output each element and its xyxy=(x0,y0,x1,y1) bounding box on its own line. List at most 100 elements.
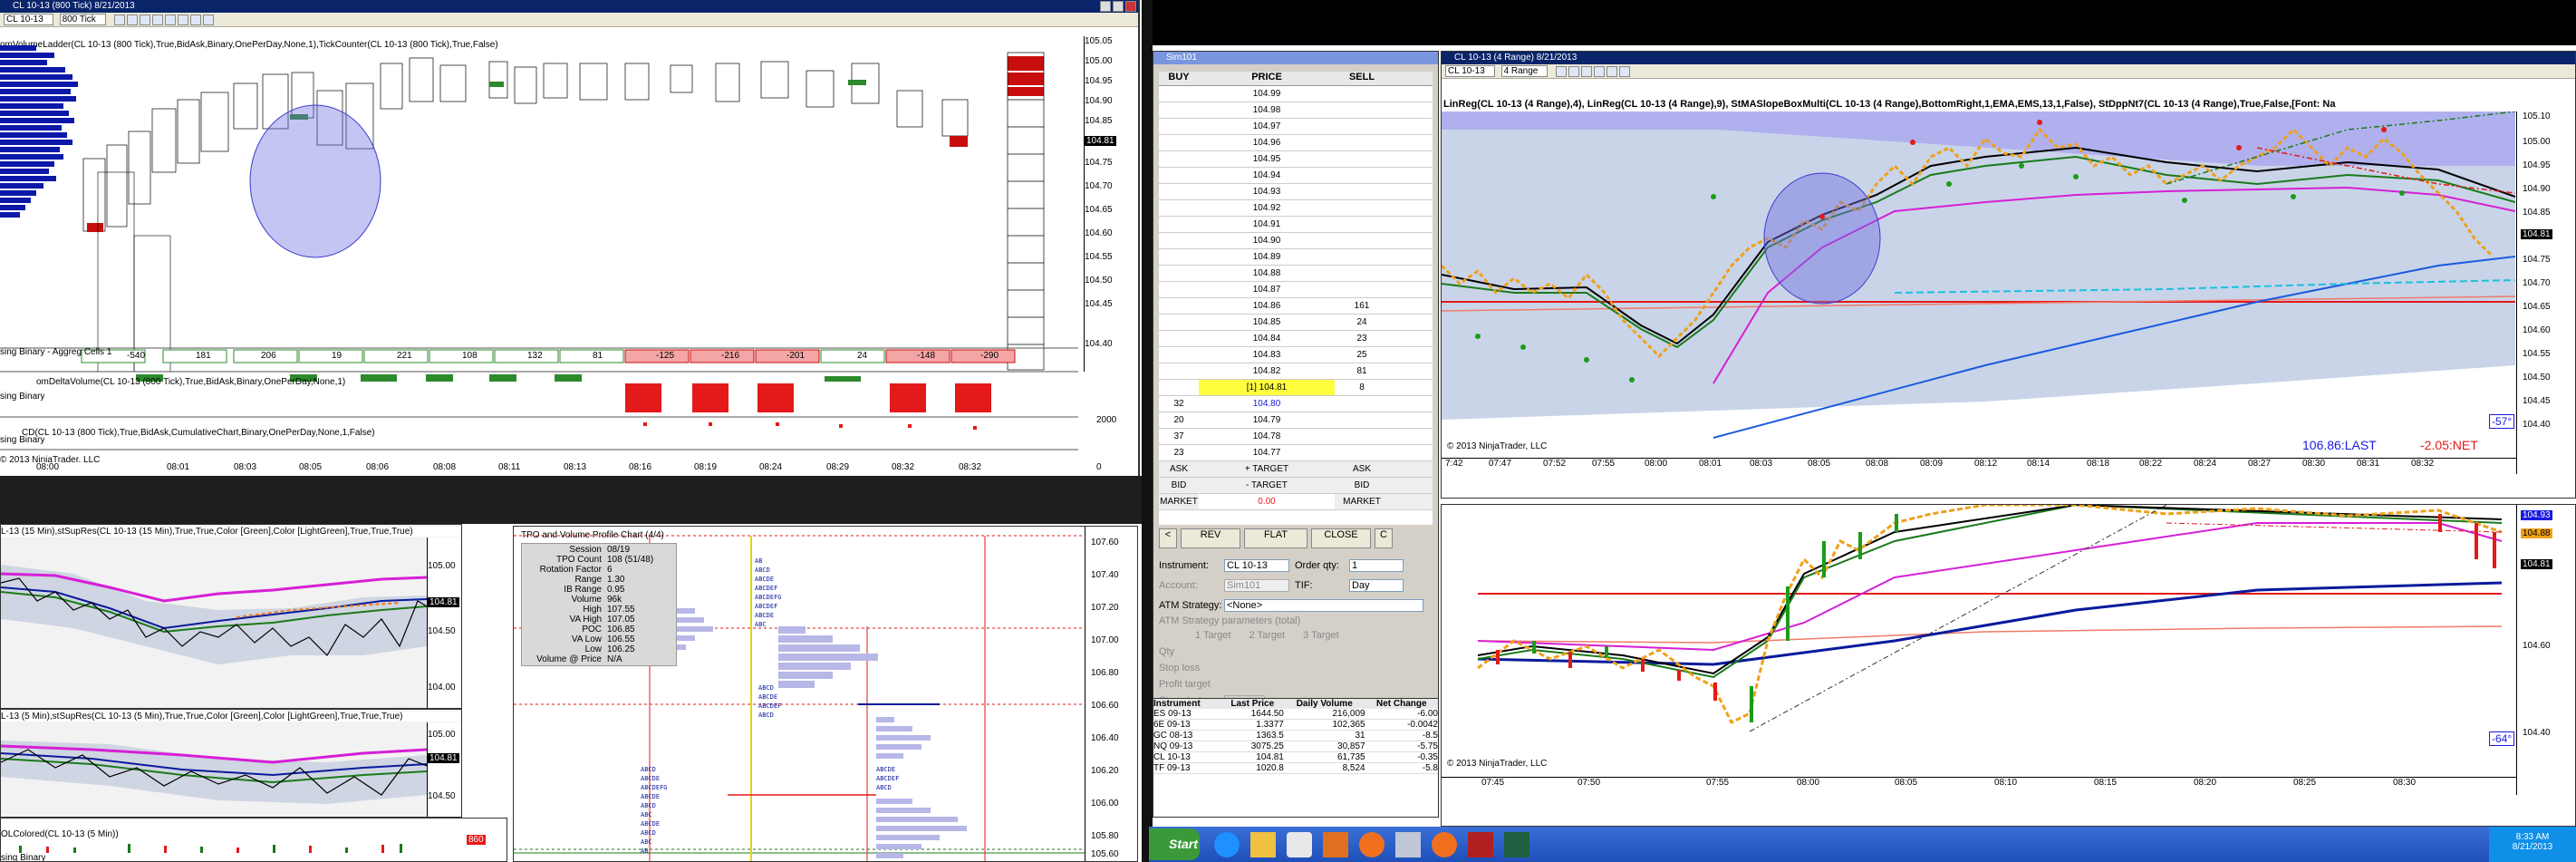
buy-cell[interactable] xyxy=(1159,233,1199,248)
sell-cell[interactable] xyxy=(1342,151,1382,167)
price-cell[interactable]: 104.80 xyxy=(1199,396,1335,412)
table-row[interactable]: CL 10-13 104.81 61,735 -0.35 xyxy=(1153,751,1438,763)
minimize-icon[interactable] xyxy=(1100,1,1111,12)
price-cell[interactable]: 104.89 xyxy=(1199,249,1335,265)
ladder-right[interactable]: ASK xyxy=(1342,461,1382,477)
price-axis[interactable]: 105.00 104.81 104.50 104.00 xyxy=(427,538,461,708)
instrument-select[interactable]: CL 10-13 xyxy=(4,14,53,25)
buy-cell[interactable] xyxy=(1159,86,1199,102)
ladder-right[interactable]: BID xyxy=(1342,478,1382,493)
sell-cell[interactable] xyxy=(1342,445,1382,460)
sell-cell[interactable] xyxy=(1342,396,1382,412)
range-plot[interactable] xyxy=(1442,111,2515,474)
15min-chart-window[interactable]: L-13 (15 Min),stSupRes(CL 10-13 (15 Min)… xyxy=(0,524,462,709)
maximize-icon[interactable] xyxy=(1113,1,1124,12)
calculator-icon[interactable] xyxy=(1395,832,1421,857)
buy-cell[interactable] xyxy=(1159,331,1199,346)
price-cell[interactable]: 104.78 xyxy=(1199,429,1335,444)
sell-cell[interactable] xyxy=(1342,102,1382,118)
buy-cell[interactable] xyxy=(1159,168,1199,183)
indicators-icon[interactable] xyxy=(1619,66,1631,77)
price-axis[interactable]: 105.00 104.81 104.50 xyxy=(427,722,461,817)
price-cell[interactable]: 104.83 xyxy=(1199,347,1335,363)
ladder-right[interactable]: MARKET xyxy=(1342,494,1382,509)
start-button[interactable]: Start xyxy=(1149,828,1200,860)
ladder-row[interactable]: 104.85 24 xyxy=(1159,315,1433,331)
ladder-left[interactable]: ASK xyxy=(1159,461,1199,477)
table-row[interactable]: TF 09-13 1020.8 8,524 -5.8 xyxy=(1153,762,1438,774)
tpo-chart-window[interactable]: TPO and Volume Profile Chart (4/4) Sessi… xyxy=(513,526,1138,862)
sell-cell[interactable] xyxy=(1342,412,1382,428)
sell-cell[interactable]: 8 xyxy=(1342,380,1382,395)
ladder-action-row[interactable]: ASK + TARGET ASK xyxy=(1159,461,1433,478)
ladder-action-row[interactable]: BID - TARGET BID xyxy=(1159,478,1433,494)
sell-cell[interactable] xyxy=(1342,217,1382,232)
col-netchange[interactable]: Net Change xyxy=(1365,699,1438,709)
price-cell[interactable]: 104.91 xyxy=(1199,217,1335,232)
buy-cell[interactable] xyxy=(1159,151,1199,167)
price-cell[interactable]: 104.77 xyxy=(1199,445,1335,460)
ladder-row[interactable]: 104.93 xyxy=(1159,184,1433,200)
buy-cell[interactable] xyxy=(1159,380,1199,395)
ladder-row[interactable]: 20 104.79 xyxy=(1159,412,1433,429)
rev-button[interactable]: REV xyxy=(1181,528,1240,548)
c-button[interactable]: C xyxy=(1375,528,1393,548)
ladder-row[interactable]: 104.97 xyxy=(1159,119,1433,135)
ladder-row[interactable]: 104.88 xyxy=(1159,266,1433,282)
price-cell[interactable]: 104.97 xyxy=(1199,119,1335,134)
15min-plot[interactable] xyxy=(1,538,427,709)
price-cell[interactable]: 104.87 xyxy=(1199,282,1335,297)
ladder-row[interactable]: 104.95 xyxy=(1159,151,1433,168)
table-row[interactable]: ES 09-13 1644.50 216,009 -6.00 xyxy=(1153,709,1438,720)
price-cell[interactable]: 104.84 xyxy=(1199,331,1335,346)
pencil-icon[interactable] xyxy=(126,15,138,25)
pencil-icon[interactable] xyxy=(1568,66,1580,77)
ladder-left[interactable]: BID xyxy=(1159,478,1199,493)
zoom-icon[interactable] xyxy=(1556,66,1568,77)
ladder-row[interactable]: 104.99 xyxy=(1159,86,1433,102)
crosshair-icon[interactable] xyxy=(139,15,150,25)
ladder-row[interactable]: 104.83 25 xyxy=(1159,347,1433,363)
ladder-row[interactable]: 104.94 xyxy=(1159,168,1433,184)
buy-cell[interactable] xyxy=(1159,217,1199,232)
ladder-row[interactable]: 104.90 xyxy=(1159,233,1433,249)
ladder-row[interactable]: 104.98 xyxy=(1159,102,1433,119)
ladder-left[interactable]: MARKET xyxy=(1159,494,1199,509)
range-chart-titlebar[interactable]: CL 10-13 (4 Range) 8/21/2013 xyxy=(1442,52,2575,64)
price-axis[interactable]: 107.60 107.40 107.20 107.00 106.80 106.6… xyxy=(1085,527,1137,861)
prev-button[interactable]: < xyxy=(1159,528,1177,548)
flat-button[interactable]: FLAT xyxy=(1244,528,1307,548)
properties-icon[interactable] xyxy=(1606,66,1618,77)
lower-range-plot[interactable] xyxy=(1442,505,2515,795)
ladder-row[interactable]: 37 104.78 xyxy=(1159,429,1433,445)
tick-chart-titlebar[interactable]: CL 10-13 (800 Tick) 8/21/2013 xyxy=(0,0,1138,13)
price-cell[interactable]: 104.98 xyxy=(1199,102,1335,118)
col-last[interactable]: Last Price xyxy=(1221,699,1284,709)
price-cell[interactable]: 104.85 xyxy=(1199,315,1335,330)
price-cell[interactable]: 104.94 xyxy=(1199,168,1335,183)
buy-cell[interactable] xyxy=(1159,347,1199,363)
pointer-icon[interactable] xyxy=(151,15,163,25)
ladder-center[interactable]: - TARGET xyxy=(1199,478,1335,493)
terminal-icon[interactable] xyxy=(1504,832,1529,857)
lower-range-chart-window[interactable]: 104.93 104.88 104.81 104.60 104.40 -64° … xyxy=(1441,504,2576,827)
ladder-row[interactable]: 104.87 xyxy=(1159,282,1433,298)
sell-cell[interactable] xyxy=(1342,168,1382,183)
target1-radio[interactable]: 1 Target xyxy=(1195,630,1231,646)
sell-cell[interactable] xyxy=(1342,233,1382,248)
range-chart-window[interactable]: CL 10-13 (4 Range) 8/21/2013 CL 10-13 4 … xyxy=(1441,51,2576,499)
sell-cell[interactable] xyxy=(1342,282,1382,297)
volume-strip-window[interactable]: OLColored(CL 10-13 (5 Min)) 860 sing Bin… xyxy=(0,818,507,862)
buy-cell[interactable] xyxy=(1159,249,1199,265)
price-cell[interactable]: 104.96 xyxy=(1199,135,1335,150)
sell-cell[interactable] xyxy=(1342,200,1382,216)
media-player-icon[interactable] xyxy=(1287,832,1312,857)
ladder-action-row[interactable]: MARKET 0.00 MARKET xyxy=(1159,494,1433,510)
buy-cell[interactable] xyxy=(1159,298,1199,314)
price-cell[interactable]: [1] 104.81 xyxy=(1199,380,1335,395)
sell-cell[interactable] xyxy=(1342,135,1382,150)
col-volume[interactable]: Daily Volume xyxy=(1284,699,1365,709)
ie-icon[interactable] xyxy=(1214,832,1240,857)
price-cell[interactable]: 104.92 xyxy=(1199,200,1335,216)
buy-cell[interactable] xyxy=(1159,184,1199,199)
